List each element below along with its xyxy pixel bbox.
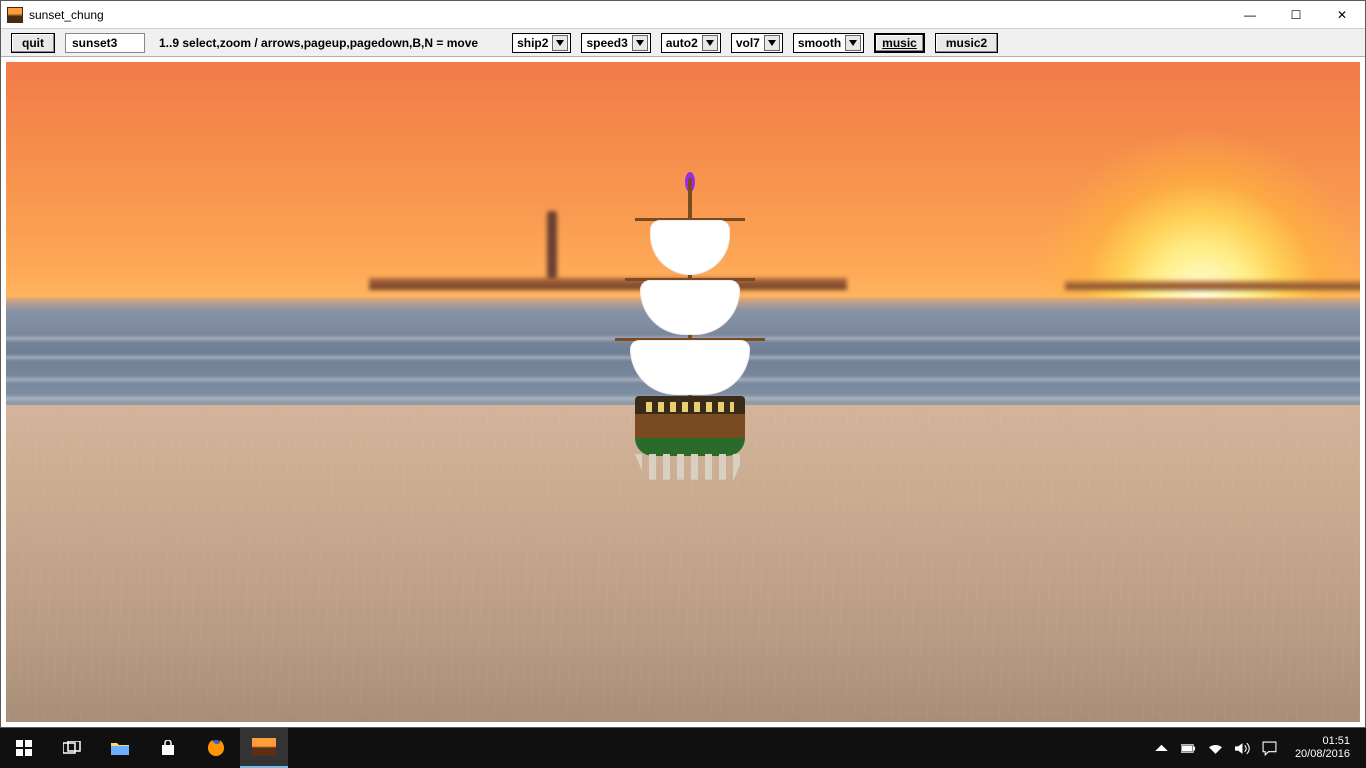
maximize-button[interactable]: ☐ — [1273, 1, 1319, 29]
speed-select[interactable]: speed3 — [581, 33, 650, 53]
chevron-down-icon — [632, 35, 648, 51]
window-title: sunset_chung — [29, 8, 104, 22]
action-center-icon[interactable] — [1262, 741, 1277, 756]
maximize-icon: ☐ — [1291, 8, 1302, 22]
ship-select[interactable]: ship2 — [512, 33, 571, 53]
minimize-button[interactable]: — — [1227, 1, 1273, 29]
titlebar[interactable]: sunset_chung — ☐ ✕ — [1, 1, 1365, 29]
start-button[interactable] — [0, 728, 48, 768]
store-taskbar[interactable] — [144, 728, 192, 768]
help-text: 1..9 select,zoom / arrows,pageup,pagedow… — [155, 36, 482, 50]
taskview-icon — [63, 741, 81, 755]
ship-select-value: ship2 — [517, 36, 548, 50]
system-tray: 01:51 20/08/2016 — [1144, 735, 1366, 761]
music2-button[interactable]: music2 — [935, 33, 998, 53]
music-button[interactable]: music — [874, 33, 925, 53]
tray-chevron-up-icon[interactable] — [1154, 741, 1169, 756]
render-canvas[interactable] — [1, 57, 1365, 727]
battery-icon[interactable] — [1181, 741, 1196, 756]
toolbar: quit sunset3 1..9 select,zoom / arrows,p… — [1, 29, 1365, 57]
firefox-icon — [207, 739, 225, 757]
close-icon: ✕ — [1337, 8, 1347, 22]
chevron-down-icon — [764, 35, 780, 51]
wifi-icon[interactable] — [1208, 741, 1223, 756]
auto-select-value: auto2 — [666, 36, 698, 50]
close-button[interactable]: ✕ — [1319, 1, 1365, 29]
windows-icon — [16, 740, 32, 756]
pier-right — [1065, 281, 1365, 290]
vol-select[interactable]: vol7 — [731, 33, 783, 53]
app-window: sunset_chung — ☐ ✕ quit sunset3 1..9 sel… — [0, 0, 1366, 728]
lighthouse-silhouette — [547, 211, 557, 281]
speed-select-value: speed3 — [586, 36, 627, 50]
taskbar-time: 01:51 — [1295, 735, 1350, 748]
volume-icon[interactable] — [1235, 741, 1250, 756]
explorer-taskbar[interactable] — [96, 728, 144, 768]
pier-left — [369, 278, 846, 290]
taskbar-clock[interactable]: 01:51 20/08/2016 — [1289, 735, 1356, 761]
app-taskbar[interactable] — [240, 728, 288, 768]
taskbar: 01:51 20/08/2016 — [0, 728, 1366, 768]
minimize-icon: — — [1244, 8, 1256, 22]
taskbar-date: 20/08/2016 — [1295, 748, 1350, 761]
quit-button[interactable]: quit — [11, 33, 55, 53]
chevron-down-icon — [552, 35, 568, 51]
store-icon — [160, 740, 176, 756]
chevron-down-icon — [702, 35, 718, 51]
vol-select-value: vol7 — [736, 36, 760, 50]
app-icon — [7, 7, 23, 23]
auto-select[interactable]: auto2 — [661, 33, 721, 53]
app-thumb-icon — [252, 738, 276, 756]
ship-sprite — [615, 178, 765, 498]
taskview-button[interactable] — [48, 728, 96, 768]
chevron-down-icon — [845, 35, 861, 51]
scene-name-field[interactable]: sunset3 — [65, 33, 145, 53]
smooth-select[interactable]: smooth — [793, 33, 864, 53]
firefox-taskbar[interactable] — [192, 728, 240, 768]
folder-icon — [111, 741, 129, 755]
smooth-select-value: smooth — [798, 36, 841, 50]
